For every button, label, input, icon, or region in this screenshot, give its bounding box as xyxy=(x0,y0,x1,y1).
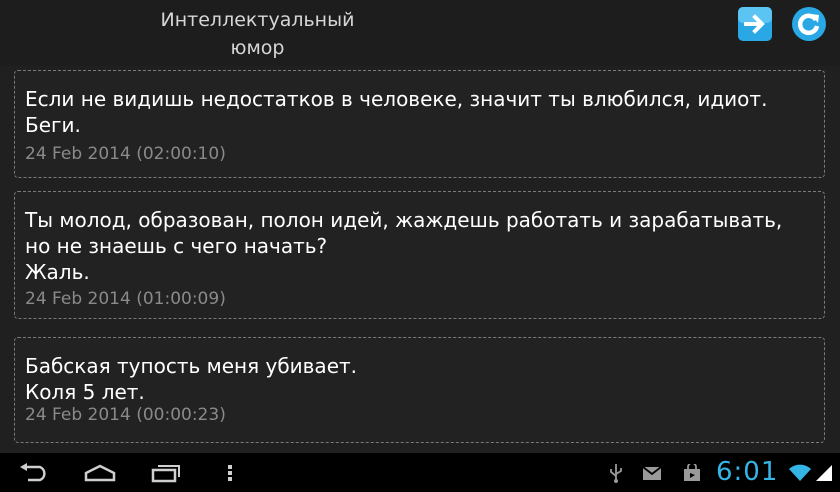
post-date: 24 Feb 2014 (02:00:10) xyxy=(25,144,226,164)
back-icon xyxy=(20,462,46,481)
usb-status xyxy=(606,453,626,492)
page-title: Интеллектуальный юмор xyxy=(160,9,355,59)
store-status xyxy=(680,453,704,492)
post-date: 24 Feb 2014 (01:00:09) xyxy=(25,289,226,309)
next-button[interactable] xyxy=(737,6,773,42)
signal-status xyxy=(814,453,834,492)
status-clock: 6:01 xyxy=(716,457,779,487)
arrow-right-icon xyxy=(738,7,772,41)
menu-button[interactable] xyxy=(222,453,238,492)
signal-icon xyxy=(816,464,832,481)
system-navigation-bar xyxy=(0,453,840,492)
back-button[interactable] xyxy=(16,453,52,492)
recent-apps-button[interactable] xyxy=(148,453,184,492)
refresh-button[interactable] xyxy=(791,6,827,42)
home-button[interactable] xyxy=(82,453,118,492)
wifi-status xyxy=(788,453,812,492)
gmail-status xyxy=(640,453,664,492)
post-card[interactable]: Ты молод, образован, полон идей, жаждешь… xyxy=(14,191,825,319)
refresh-icon xyxy=(792,7,826,41)
post-text: Бабская тупость меня убивает. Коля 5 лет… xyxy=(25,354,358,404)
post-date: 24 Feb 2014 (00:00:23) xyxy=(25,405,226,425)
menu-icon xyxy=(228,464,232,481)
post-card[interactable]: Если не видишь недостатков в человеке, з… xyxy=(14,70,825,178)
app-header: Интеллектуальный юмор xyxy=(0,0,840,66)
store-icon xyxy=(684,463,700,481)
usb-icon xyxy=(610,463,622,483)
home-icon xyxy=(84,464,116,481)
wifi-icon xyxy=(789,464,811,481)
recent-apps-icon xyxy=(151,464,180,482)
post-text: Ты молод, образован, полон идей, жаждешь… xyxy=(25,208,783,284)
gmail-icon xyxy=(642,465,662,480)
post-card[interactable]: Бабская тупость меня убивает. Коля 5 лет… xyxy=(14,337,825,443)
post-text: Если не видишь недостатков в человеке, з… xyxy=(25,87,768,137)
